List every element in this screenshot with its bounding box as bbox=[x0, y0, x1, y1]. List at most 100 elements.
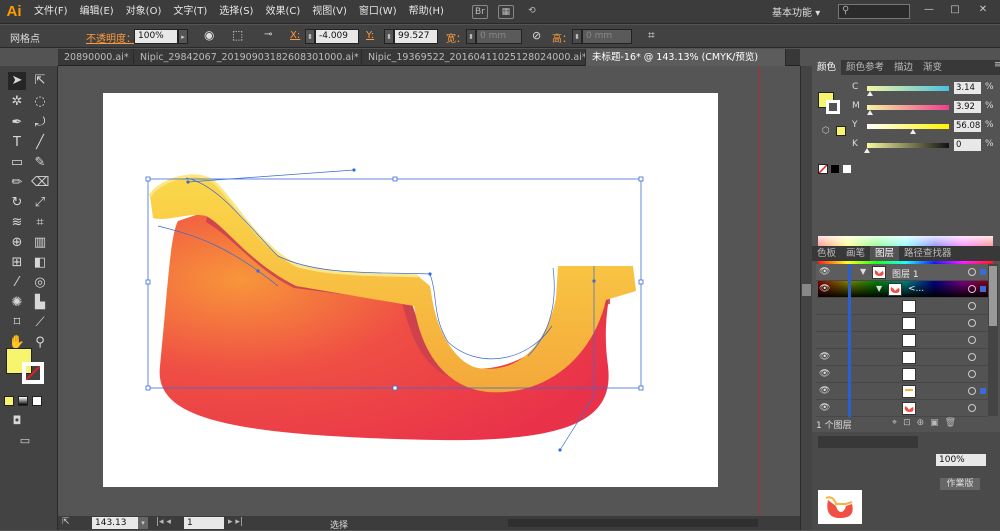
menu-effect[interactable]: 效果(C) bbox=[259, 0, 306, 24]
mesh-tool-icon[interactable]: ⊞ bbox=[8, 254, 26, 272]
recolor-icon[interactable]: ◉ bbox=[204, 28, 214, 42]
pen-tool-icon[interactable]: ✒ bbox=[8, 114, 26, 132]
artboard-tool-icon[interactable]: ⌑ bbox=[8, 314, 26, 332]
type-tool-icon[interactable]: T bbox=[8, 134, 26, 152]
channel-thumb[interactable] bbox=[867, 110, 874, 115]
width-stepper[interactable]: ⬍ bbox=[466, 29, 476, 44]
tab-doc-active[interactable]: 未标题-16* @ 143.13% (CMYK/预览) bbox=[586, 49, 786, 66]
first-page-icon[interactable]: |◂ ◂ bbox=[156, 517, 171, 527]
shape-builder-icon[interactable]: ⊕ bbox=[8, 234, 26, 252]
direct-selection-tool-icon[interactable]: ⇱ bbox=[31, 72, 49, 90]
channel-track[interactable] bbox=[867, 105, 949, 110]
warp-tool-icon[interactable]: ≋ bbox=[8, 214, 26, 232]
eye-icon[interactable]: 👁 bbox=[819, 369, 830, 379]
link-icon[interactable]: ⊘ bbox=[532, 29, 541, 42]
curvature-tool-icon[interactable]: ⤾ bbox=[31, 114, 49, 132]
tab-swatches[interactable]: 色板 bbox=[812, 246, 841, 261]
doc-icon[interactable]: ⇱ bbox=[62, 517, 70, 527]
white-swatch[interactable] bbox=[842, 164, 852, 174]
none-mode-icon[interactable] bbox=[32, 396, 42, 406]
search-input[interactable]: ⚲ bbox=[838, 4, 910, 19]
anchor-icon[interactable]: ⊸ bbox=[264, 29, 272, 40]
tab-stroke[interactable]: 描边 bbox=[889, 60, 918, 75]
channel-value[interactable]: 0 bbox=[954, 139, 981, 151]
layer-row[interactable] bbox=[816, 298, 988, 315]
layer-row[interactable]: 👁 bbox=[816, 349, 988, 366]
transform-icon[interactable]: ⬚ bbox=[232, 28, 243, 42]
menu-object[interactable]: 对象(O) bbox=[120, 0, 168, 24]
eyedropper-icon[interactable]: ⁄ bbox=[8, 274, 26, 292]
channel-value[interactable]: 3.92 bbox=[954, 101, 981, 113]
channel-thumb[interactable] bbox=[866, 91, 873, 96]
gradient-mode-icon[interactable] bbox=[18, 396, 28, 406]
artboard-button[interactable]: 作業版 bbox=[940, 478, 980, 490]
scroll-thumb[interactable] bbox=[802, 284, 811, 296]
target-circle-icon[interactable] bbox=[968, 370, 976, 378]
menu-view[interactable]: 视图(V) bbox=[306, 0, 353, 24]
scale-tool-icon[interactable]: ⤢ bbox=[31, 194, 49, 212]
zoom-tool-icon[interactable]: ⚲ bbox=[31, 334, 49, 352]
blend-tool-icon[interactable]: ◎ bbox=[31, 274, 49, 292]
line-tool-icon[interactable]: ╱ bbox=[31, 134, 49, 152]
menu-file[interactable]: 文件(F) bbox=[28, 0, 74, 24]
target-circle-icon[interactable] bbox=[968, 302, 976, 310]
layer-row[interactable]: 👁 bbox=[816, 383, 988, 400]
menu-help[interactable]: 帮助(H) bbox=[403, 0, 450, 24]
layer-row-top[interactable]: 👁 ▼ 图层 1 bbox=[816, 264, 988, 281]
stroke-swatch[interactable] bbox=[22, 362, 44, 384]
color-mode-icon[interactable] bbox=[4, 396, 14, 406]
draw-mode-icon[interactable]: ◘ bbox=[8, 412, 26, 430]
layers-scrollbar[interactable] bbox=[988, 264, 998, 416]
screen-mode-icon[interactable]: ▭ bbox=[16, 432, 34, 450]
rotate-tool-icon[interactable]: ↻ bbox=[8, 194, 26, 212]
layer-row[interactable] bbox=[816, 332, 988, 349]
navigator-thumbnail[interactable] bbox=[818, 490, 862, 524]
selection-indicator[interactable] bbox=[980, 286, 986, 292]
channel-value[interactable]: 3.14 bbox=[954, 82, 981, 94]
arrange-docs-icon[interactable]: ▦ bbox=[497, 4, 514, 19]
expand-triangle-icon[interactable]: ▼ bbox=[876, 284, 882, 293]
horizontal-scrollbar[interactable] bbox=[508, 519, 758, 527]
eye-icon[interactable]: 👁 bbox=[819, 403, 830, 413]
channel-thumb[interactable] bbox=[864, 148, 870, 153]
tab-doc-1[interactable]: 20890000.ai* bbox=[58, 49, 134, 66]
panel-stroke-swatch[interactable] bbox=[826, 100, 840, 114]
x-field[interactable]: -4.009 bbox=[315, 29, 359, 44]
maximize-button[interactable]: □ bbox=[946, 4, 964, 18]
opacity-field[interactable]: 100% bbox=[134, 29, 178, 44]
canvas[interactable] bbox=[58, 66, 800, 516]
symbol-sprayer-icon[interactable]: ✺ bbox=[8, 294, 26, 312]
black-swatch[interactable] bbox=[830, 164, 840, 174]
opacity-label[interactable]: 不透明度： bbox=[86, 30, 136, 45]
eye-icon[interactable]: 👁 bbox=[819, 386, 830, 396]
graph-tool-icon[interactable]: ▙ bbox=[31, 294, 49, 312]
next-page-icon[interactable]: ▸ ▸| bbox=[228, 517, 243, 527]
vertical-scrollbar[interactable] bbox=[800, 66, 812, 530]
rectangle-tool-icon[interactable]: ▭ bbox=[8, 154, 26, 172]
eye-icon[interactable]: 👁 bbox=[819, 267, 830, 277]
close-button[interactable]: ✕ bbox=[974, 4, 992, 18]
selection-indicator[interactable] bbox=[980, 388, 986, 394]
page-field[interactable]: 1 bbox=[184, 517, 224, 529]
y-field[interactable]: 99.527 bbox=[394, 29, 438, 44]
perspective-grid-icon[interactable]: ▥ bbox=[31, 234, 49, 252]
layers-scroll-thumb[interactable] bbox=[989, 266, 997, 326]
selection-indicator[interactable] bbox=[980, 269, 986, 275]
panel-menu-icon[interactable]: ≡ bbox=[994, 60, 1000, 70]
gradient-tool-icon[interactable]: ◧ bbox=[31, 254, 49, 272]
height-field[interactable]: 0 mm bbox=[582, 29, 632, 44]
tab-pathfinder[interactable]: 路径查找器 bbox=[899, 246, 957, 261]
eye-icon[interactable]: 👁 bbox=[819, 352, 830, 362]
channel-thumb[interactable] bbox=[909, 129, 916, 134]
pencil-tool-icon[interactable]: ✏ bbox=[8, 174, 26, 192]
none-swatch[interactable] bbox=[818, 164, 828, 174]
sled-artwork[interactable] bbox=[58, 66, 800, 516]
tab-layers[interactable]: 图层 bbox=[870, 246, 900, 261]
menu-window[interactable]: 窗口(W) bbox=[353, 0, 403, 24]
layer-row[interactable]: 👁 bbox=[816, 366, 988, 383]
target-circle-icon[interactable] bbox=[968, 353, 976, 361]
magic-wand-icon[interactable]: ✲ bbox=[8, 93, 26, 111]
target-circle-icon[interactable] bbox=[968, 404, 976, 412]
target-circle-icon[interactable] bbox=[968, 336, 976, 344]
tab-color[interactable]: 颜色 bbox=[812, 60, 842, 75]
